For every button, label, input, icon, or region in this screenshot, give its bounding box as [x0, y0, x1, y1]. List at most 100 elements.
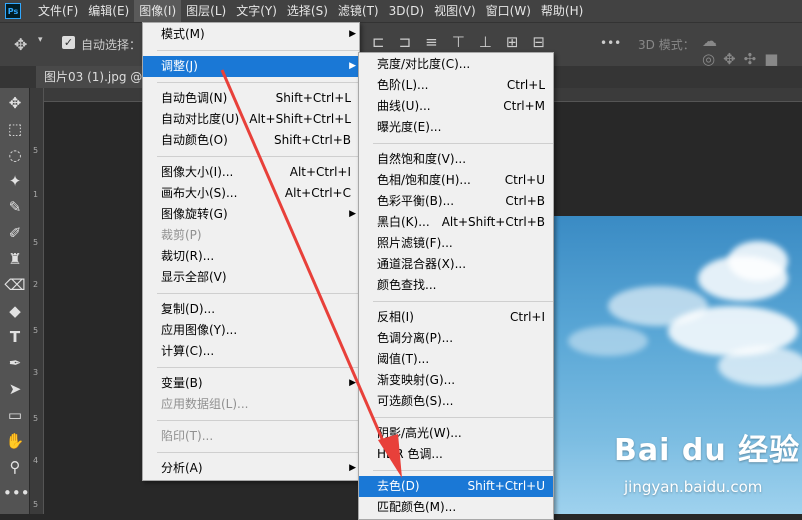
image-menu-item-label: 应用数据组(L)...: [161, 397, 249, 411]
image-menu-item[interactable]: 变量(B) ▶: [143, 373, 359, 394]
ruler-label: 5: [33, 326, 39, 335]
image-menu-item[interactable]: 裁切(R)...: [143, 246, 359, 267]
move-tool-icon[interactable]: ✥: [3, 92, 27, 114]
lasso-tool-icon[interactable]: ◌: [3, 144, 27, 166]
menu-9[interactable]: 窗口(W): [481, 0, 536, 22]
adjust-menu-item[interactable]: 照片滤镜(F)...: [359, 233, 553, 254]
adjust-menu-item[interactable]: 色调分离(P)...: [359, 328, 553, 349]
menu-8[interactable]: 视图(V): [429, 0, 481, 22]
adjust-menu-item[interactable]: 反相(I) Ctrl+I: [359, 307, 553, 328]
chevron-down-icon[interactable]: ▾: [38, 35, 43, 45]
image-menu-item[interactable]: 图像旋转(G) ▶: [143, 204, 359, 225]
menu-4[interactable]: 文字(Y): [231, 0, 282, 22]
menu-separator: [373, 417, 553, 418]
brush-tool-icon[interactable]: ✐: [3, 222, 27, 244]
menu-0[interactable]: 文件(F): [33, 0, 83, 22]
adjust-menu-item[interactable]: 可选颜色(S)...: [359, 391, 553, 412]
adjust-menu-item-label: 黑白(K)...: [377, 215, 430, 229]
adjust-menu-item-shortcut: Ctrl+B: [505, 194, 545, 208]
adjust-menu-item-label: 色阶(L)...: [377, 78, 429, 92]
adjust-menu-item[interactable]: 色彩平衡(B)... Ctrl+B: [359, 191, 553, 212]
image-menu-item-label: 复制(D)...: [161, 302, 216, 316]
image-menu-item[interactable]: 调整(J) ▶: [143, 56, 359, 77]
image-menu-item[interactable]: 自动对比度(U) Alt+Shift+Ctrl+L: [143, 109, 359, 130]
paint-bucket-icon[interactable]: ◆: [3, 300, 27, 322]
image-menu-item[interactable]: 自动色调(N) Shift+Ctrl+L: [143, 88, 359, 109]
menu-separator: [373, 301, 553, 302]
image-menu-item[interactable]: 应用数据组(L)...: [143, 394, 359, 415]
adjust-menu-item[interactable]: 颜色查找...: [359, 275, 553, 296]
image-menu-item[interactable]: 画布大小(S)... Alt+Ctrl+C: [143, 183, 359, 204]
align-icons[interactable]: ⊏⊐≡⊤⊥⊞⊟: [372, 33, 559, 51]
eyedropper-icon[interactable]: ✎: [3, 196, 27, 218]
adjust-menu-item[interactable]: 去色(D) Shift+Ctrl+U: [359, 476, 553, 497]
adjust-menu-item[interactable]: 匹配颜色(M)...: [359, 497, 553, 518]
menu-10[interactable]: 帮助(H): [536, 0, 588, 22]
image-menu-item-label: 模式(M): [161, 27, 205, 41]
baidu-watermark-logo: Bai du 经验: [614, 433, 801, 468]
hand-tool-icon[interactable]: ✋: [3, 430, 27, 452]
adjustments-submenu: 亮度/对比度(C)... 色阶(L)... Ctrl+L 曲线(U)... Ctrl+M…: [358, 52, 554, 520]
eraser-tool-icon[interactable]: ⌫: [3, 274, 27, 296]
adjust-menu-item[interactable]: 色相/饱和度(H)... Ctrl+U: [359, 170, 553, 191]
image-menu-item-label: 计算(C)...: [161, 344, 215, 358]
adjust-menu-item[interactable]: 曝光度(E)...: [359, 117, 553, 138]
adjust-menu-item[interactable]: 阈值(T)...: [359, 349, 553, 370]
adjust-menu-item-label: 通道混合器(X)...: [377, 257, 467, 271]
menu-separator: [157, 452, 359, 453]
image-menu-item[interactable]: 复制(D)...: [143, 299, 359, 320]
zoom-tool-icon[interactable]: ⚲: [3, 456, 27, 478]
image-menu-item-label: 画布大小(S)...: [161, 186, 238, 200]
adjust-menu-item[interactable]: 自然饱和度(V)...: [359, 149, 553, 170]
adjust-menu-item[interactable]: 通道混合器(X)...: [359, 254, 553, 275]
type-tool-icon[interactable]: T: [3, 326, 27, 348]
stamp-tool-icon[interactable]: ♜: [3, 248, 27, 270]
menu-6[interactable]: 滤镜(T): [333, 0, 384, 22]
document-tab[interactable]: 图片03 (1).jpg @: [36, 66, 152, 88]
more-tools-icon[interactable]: •••: [3, 482, 30, 504]
menu-1[interactable]: 编辑(E): [83, 0, 134, 22]
adjust-menu-item[interactable]: 曲线(U)... Ctrl+M: [359, 96, 553, 117]
ruler-label: 5: [33, 146, 39, 155]
marquee-tool-icon[interactable]: ⬚: [3, 118, 27, 140]
path-select-icon[interactable]: ➤: [3, 378, 27, 400]
menu-2[interactable]: 图像(I): [134, 0, 182, 22]
adjust-menu-item[interactable]: 色阶(L)... Ctrl+L: [359, 75, 553, 96]
menu-3[interactable]: 图层(L): [181, 0, 231, 22]
image-menu-item[interactable]: 自动颜色(O) Shift+Ctrl+B: [143, 130, 359, 151]
image-menu-item[interactable]: 计算(C)...: [143, 341, 359, 362]
auto-select-checkbox[interactable]: ✓: [62, 36, 75, 49]
menu-5[interactable]: 选择(S): [282, 0, 333, 22]
image-menu-item-label: 图像大小(I)...: [161, 165, 234, 179]
baidu-watermark-url: jingyan.baidu.com: [624, 478, 763, 496]
image-menu-item[interactable]: 显示全部(V): [143, 267, 359, 288]
adjust-menu-item[interactable]: HDR 色调...: [359, 444, 553, 465]
adjust-menu-item[interactable]: 亮度/对比度(C)...: [359, 54, 553, 75]
image-menu-item[interactable]: 模式(M) ▶: [143, 24, 359, 45]
auto-select-label: 自动选择：: [81, 38, 142, 52]
image-menu-item-label: 应用图像(Y)...: [161, 323, 238, 337]
adjust-menu-item[interactable]: 渐变映射(G)...: [359, 370, 553, 391]
move-tool-icon[interactable]: ✥: [14, 35, 27, 54]
menu-separator: [373, 143, 553, 144]
magic-wand-icon[interactable]: ✦: [3, 170, 27, 192]
more-options-button[interactable]: •••: [600, 36, 621, 50]
rectangle-tool-icon[interactable]: ▭: [3, 404, 27, 426]
image-menu-item[interactable]: 图像大小(I)... Alt+Ctrl+I: [143, 162, 359, 183]
adjust-menu-item-label: 阈值(T)...: [377, 352, 430, 366]
image-menu-item[interactable]: 应用图像(Y)...: [143, 320, 359, 341]
image-menu-item-shortcut: Alt+Ctrl+C: [284, 186, 351, 200]
image-menu-item[interactable]: 陷印(T)...: [143, 426, 359, 447]
image-menu: 模式(M) ▶ 调整(J) ▶ 自动色调(N) Shift+Ctrl+L 自动对比度(U) A…: [142, 22, 360, 481]
submenu-arrow-icon: ▶: [349, 61, 356, 71]
image-menu-item-label: 调整(J): [161, 59, 198, 73]
adjust-menu-item[interactable]: 阴影/高光(W)...: [359, 423, 553, 444]
adjust-menu-item[interactable]: 黑白(K)... Alt+Shift+Ctrl+B: [359, 212, 553, 233]
menu-7[interactable]: 3D(D): [384, 0, 429, 22]
image-menu-item[interactable]: 分析(A) ▶: [143, 458, 359, 479]
ruler-label: 5: [33, 500, 39, 509]
submenu-arrow-icon: ▶: [349, 209, 356, 219]
pen-tool-icon[interactable]: ✒: [3, 352, 27, 374]
3d-mode-icons[interactable]: ☁◎✥✣■: [702, 32, 802, 68]
image-menu-item[interactable]: 裁剪(P): [143, 225, 359, 246]
